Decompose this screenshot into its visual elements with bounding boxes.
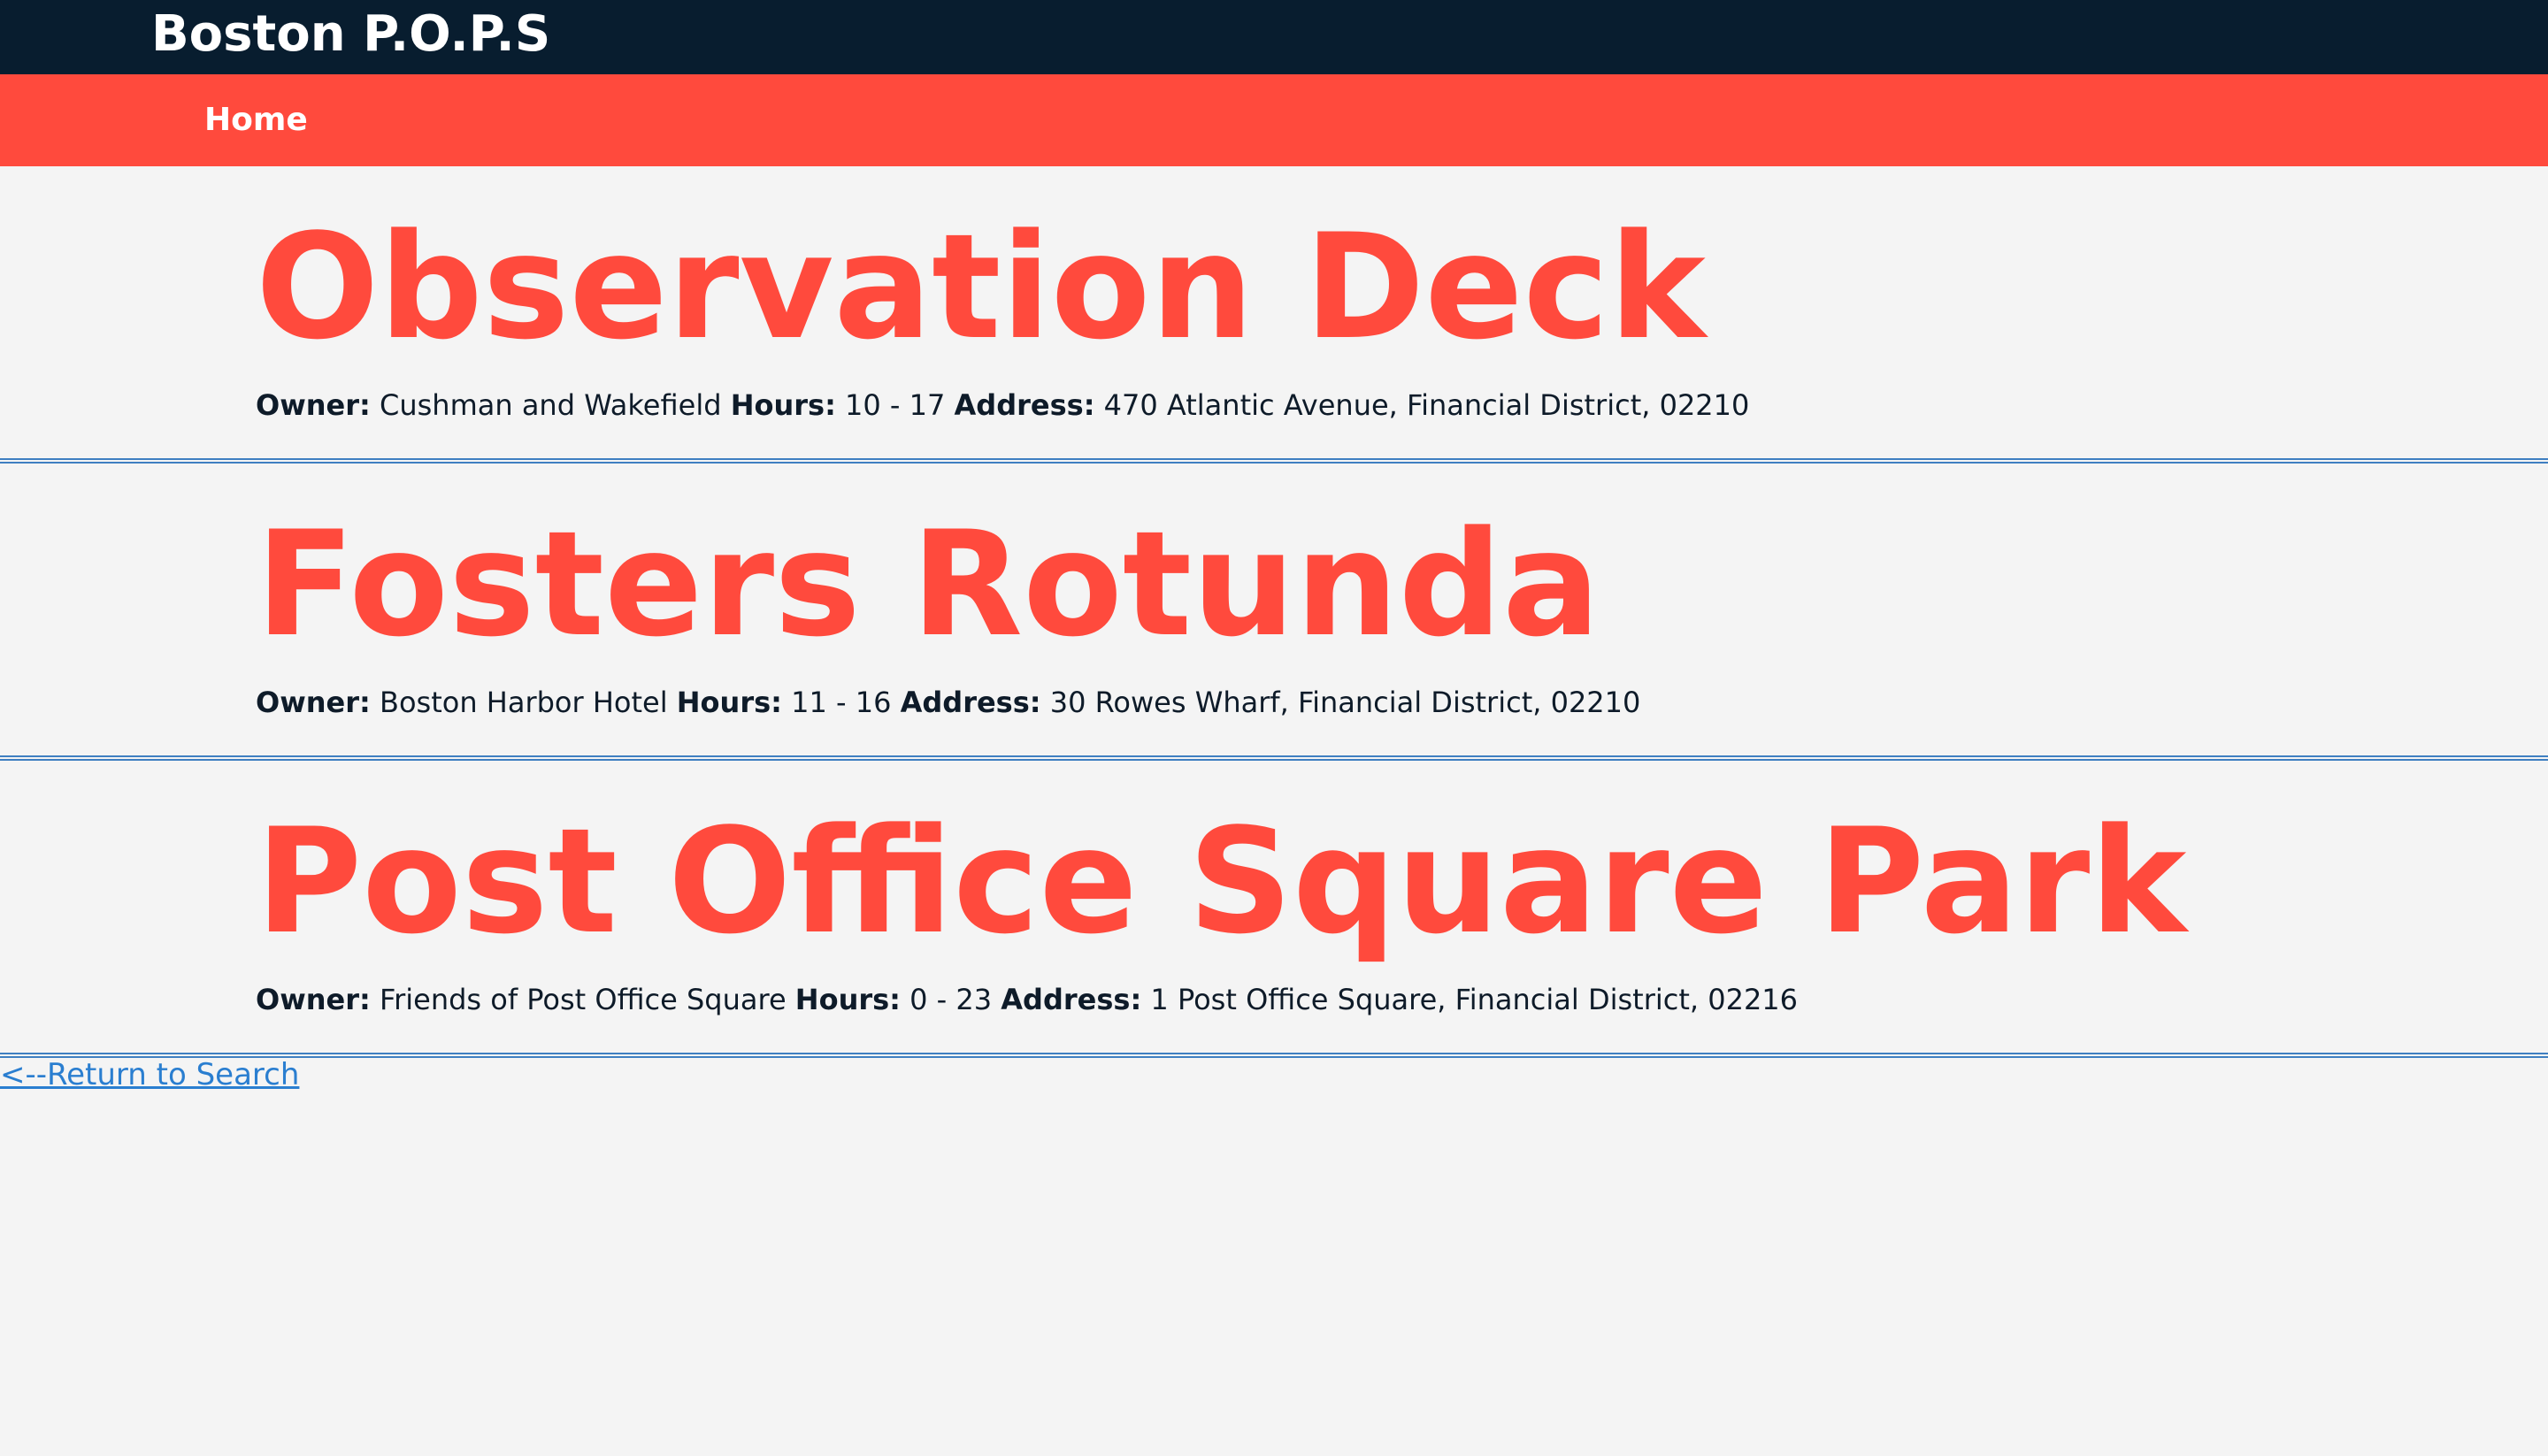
address-label: Address:	[1001, 983, 1142, 1016]
spot-name: Observation Deck	[256, 203, 1706, 372]
spot-name: Fosters Rotunda	[256, 500, 1600, 669]
top-header: Boston P.O.P.S	[0, 0, 2548, 74]
owner-label: Owner:	[256, 388, 371, 422]
spot-name: Post Office Square Park	[256, 797, 2187, 966]
hours-value: 0 - 23	[909, 983, 993, 1016]
nav-bar: Home	[0, 74, 2548, 166]
nav-home-link[interactable]: Home	[204, 99, 308, 142]
address-label: Address:	[954, 388, 1095, 422]
spot-card: Post Office Square Park Owner: Friends o…	[0, 761, 2548, 1058]
spot-details: Owner: Boston Harbor Hotel Hours: 11 - 1…	[256, 683, 1640, 722]
owner-label: Owner:	[256, 686, 371, 719]
address-value: 470 Atlantic Avenue, Financial District,…	[1103, 388, 1750, 422]
hours-label: Hours:	[730, 388, 836, 422]
hours-label: Hours:	[676, 686, 782, 719]
owner-label: Owner:	[256, 983, 371, 1016]
hours-label: Hours:	[794, 983, 901, 1016]
owner-value: Boston Harbor Hotel	[380, 686, 668, 719]
owner-value: Cushman and Wakefield	[380, 388, 722, 422]
spot-details: Owner: Friends of Post Office Square Hou…	[256, 980, 1798, 1019]
address-value: 1 Post Office Square, Financial District…	[1150, 983, 1799, 1016]
owner-value: Friends of Post Office Square	[380, 983, 787, 1016]
site-brand[interactable]: Boston P.O.P.S	[151, 4, 550, 65]
spot-card: Observation Deck Owner: Cushman and Wake…	[0, 166, 2548, 464]
spot-details: Owner: Cushman and Wakefield Hours: 10 -…	[256, 386, 1749, 425]
address-value: 30 Rowes Wharf, Financial District, 0221…	[1049, 686, 1641, 719]
spot-card: Fosters Rotunda Owner: Boston Harbor Hot…	[0, 464, 2548, 761]
return-to-search-link[interactable]: <--Return to Search	[0, 1054, 299, 1095]
hours-value: 10 - 17	[845, 388, 946, 422]
address-label: Address:	[900, 686, 1041, 719]
hours-value: 11 - 16	[791, 686, 892, 719]
